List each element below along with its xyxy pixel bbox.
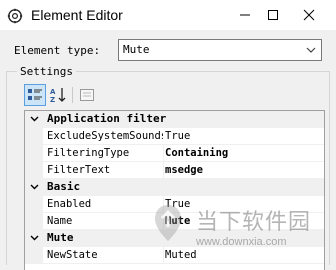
property-pages-icon	[80, 89, 94, 101]
category-label: Application filter	[47, 112, 167, 125]
svg-text:A: A	[50, 88, 56, 96]
property-pages-button[interactable]	[76, 84, 98, 106]
property-name: FilterText	[47, 164, 111, 176]
property-name: FilteringType	[47, 147, 130, 159]
alphabetical-button[interactable]: A Z	[48, 84, 70, 106]
categorized-button[interactable]	[24, 84, 46, 106]
chevron-down-icon[interactable]	[30, 235, 39, 241]
element-type-label: Element type:	[14, 44, 101, 57]
property-value[interactable]: Muted	[165, 249, 323, 264]
chevron-down-icon[interactable]	[30, 116, 39, 122]
property-row[interactable]: ExcludeSystemSounds True	[25, 128, 324, 145]
sort-az-icon: A Z	[50, 88, 66, 103]
category-application-filter[interactable]: Application filter	[25, 111, 324, 128]
svg-text:Z: Z	[50, 96, 55, 103]
property-name: Name	[47, 215, 73, 227]
category-label: Basic	[47, 180, 81, 193]
chevron-down-icon[interactable]	[30, 184, 39, 190]
chevron-down-icon	[306, 47, 316, 53]
property-name: ExcludeSystemSounds	[47, 130, 163, 142]
maximize-button[interactable]	[255, 0, 291, 31]
property-value[interactable]: msedge	[165, 164, 323, 179]
category-label: Mute	[47, 231, 74, 244]
property-row[interactable]: FilterText msedge	[25, 162, 324, 179]
maximize-icon	[268, 10, 278, 20]
property-row[interactable]: NewState Muted	[25, 247, 324, 264]
title-bar: Element Editor	[0, 0, 336, 31]
watermark-url: www.downxia.com	[196, 236, 287, 248]
close-icon	[303, 9, 315, 21]
settings-caption: Settings	[17, 65, 76, 78]
property-name: Enabled	[47, 198, 92, 210]
category-basic[interactable]: Basic	[25, 179, 324, 196]
property-name: NewState	[47, 249, 98, 261]
element-type-dropdown[interactable]: Mute	[118, 39, 322, 61]
element-type-value: Mute	[123, 43, 150, 56]
toolbar-separator	[72, 87, 73, 103]
close-button[interactable]	[291, 0, 327, 31]
watermark-text: 当下软件园	[196, 210, 312, 235]
property-value[interactable]: True	[165, 130, 323, 145]
property-value[interactable]: Containing	[165, 147, 323, 162]
property-row[interactable]: FilteringType Containing	[25, 145, 324, 162]
minimize-icon	[240, 14, 250, 16]
property-grid-toolbar: A Z	[24, 82, 324, 108]
gear-puzzle-icon	[7, 8, 23, 24]
watermark-logo-icon	[155, 205, 181, 241]
categorized-view-icon	[28, 89, 42, 100]
window-title: Element Editor	[31, 7, 123, 23]
